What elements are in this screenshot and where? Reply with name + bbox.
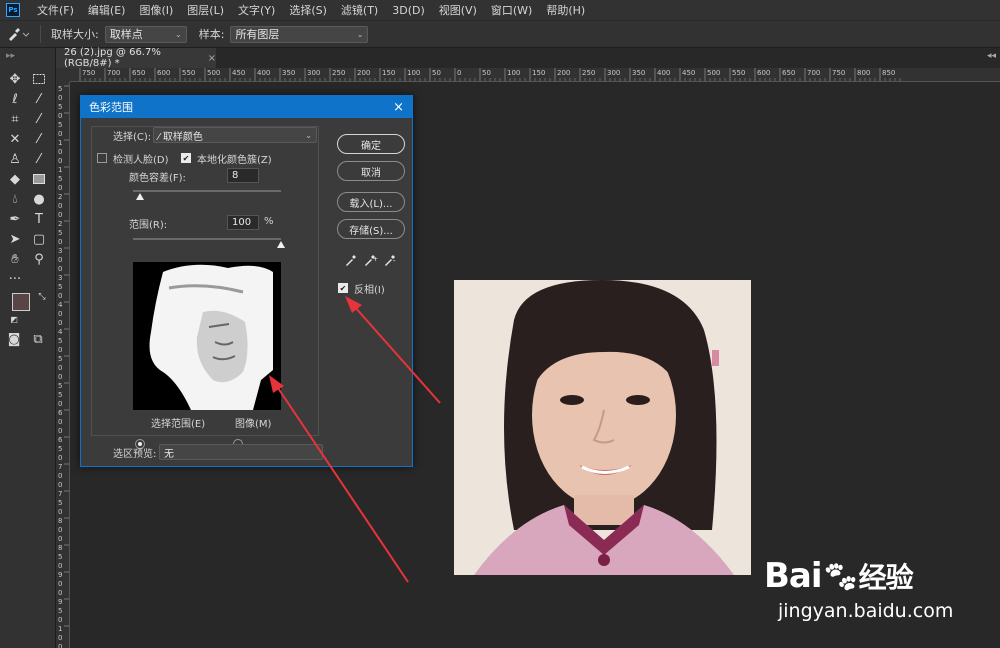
paw-logo-icon: 🐾︎ — [821, 560, 860, 595]
watermark-brand-text: Bai — [764, 556, 823, 596]
arrow-to-preview — [275, 384, 409, 583]
arrowhead-icon — [345, 296, 362, 313]
arrow-to-invert — [353, 305, 441, 404]
watermark-brand2-text: 经验 — [858, 561, 914, 594]
arrowhead-icon — [269, 375, 284, 393]
annotation-arrows — [269, 296, 441, 583]
watermark-brand: Bai🐾︎经验 — [764, 556, 914, 596]
watermark-url: jingyan.baidu.com — [778, 600, 954, 622]
